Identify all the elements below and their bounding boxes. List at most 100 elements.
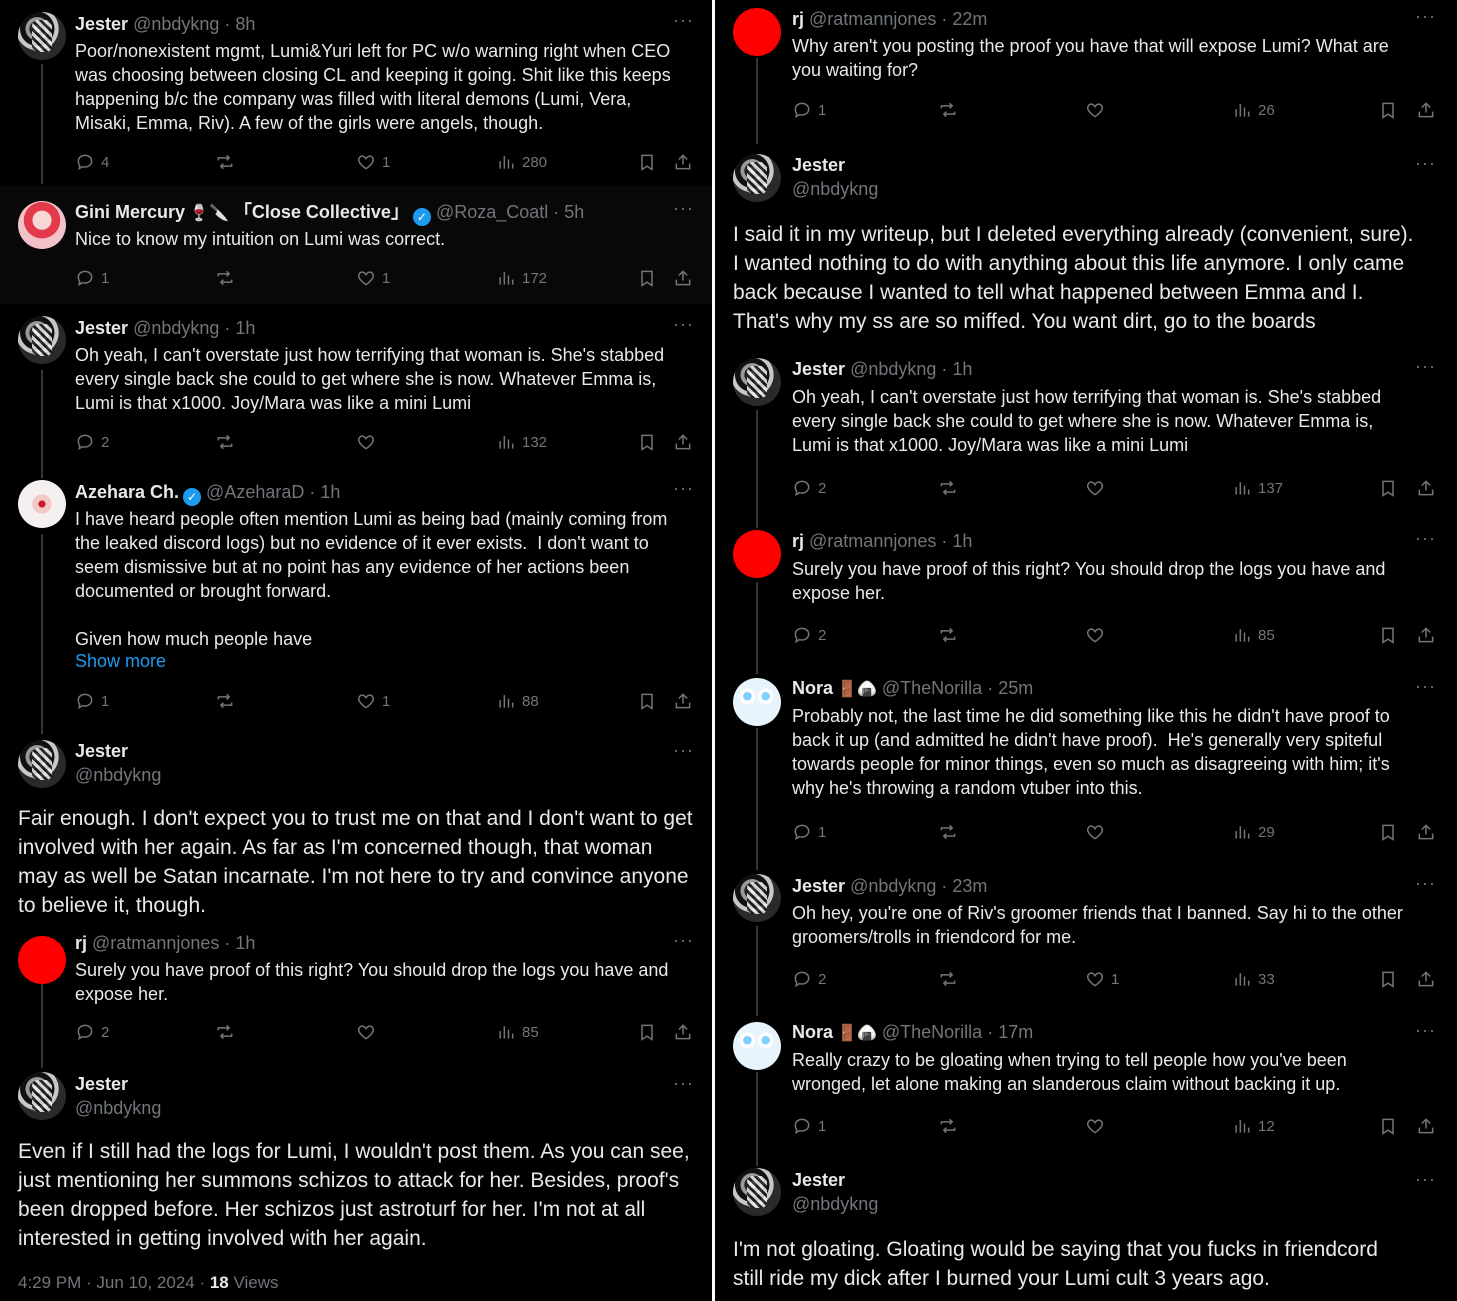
views-button[interactable]: 137 — [1232, 476, 1283, 500]
avatar[interactable] — [733, 358, 781, 406]
display-name[interactable]: Jester — [792, 155, 845, 175]
display-name[interactable]: rj — [75, 933, 87, 953]
views-button[interactable]: 85 — [496, 1020, 539, 1044]
repost-button[interactable] — [938, 623, 964, 647]
post-timestamp[interactable]: 4:29 PM · Jun 10, 2024 — [18, 1273, 195, 1292]
avatar[interactable] — [18, 12, 66, 60]
tweet-time[interactable]: 25m — [998, 678, 1033, 698]
avatar[interactable] — [18, 480, 66, 528]
display-name[interactable]: Jester — [75, 14, 128, 34]
reply-button[interactable]: 1 — [75, 689, 109, 713]
more-options-icon[interactable]: ··· — [1415, 1169, 1436, 1190]
more-options-icon[interactable]: ··· — [1415, 873, 1436, 894]
views-button[interactable]: 172 — [496, 266, 547, 290]
share-button[interactable] — [1416, 1114, 1436, 1138]
display-name[interactable]: rj — [792, 531, 804, 551]
tweet[interactable]: rj @ratmannjones · 1h ··· Surely you hav… — [715, 522, 1457, 670]
more-options-icon[interactable]: ··· — [673, 478, 694, 499]
tweet-time[interactable]: 1h — [235, 933, 255, 953]
display-name[interactable]: Jester — [75, 741, 128, 761]
repost-button[interactable] — [215, 689, 241, 713]
reply-button[interactable]: 2 — [75, 430, 109, 454]
user-handle[interactable]: @AzeharaD — [206, 482, 304, 502]
repost-button[interactable] — [215, 1020, 241, 1044]
tweet[interactable]: Jester @nbdykng · 23m ··· Oh hey, you're… — [715, 866, 1457, 1014]
more-options-icon[interactable]: ··· — [1415, 1020, 1436, 1041]
reply-button[interactable]: 2 — [792, 967, 826, 991]
views-button[interactable]: 132 — [496, 430, 547, 454]
display-name[interactable]: Nora — [792, 678, 833, 698]
avatar[interactable] — [733, 1022, 781, 1070]
avatar[interactable] — [733, 154, 781, 202]
tweet-time[interactable]: 1h — [320, 482, 340, 502]
like-button[interactable]: 1 — [356, 150, 390, 174]
like-button[interactable] — [1085, 1114, 1111, 1138]
like-button[interactable] — [1085, 623, 1111, 647]
more-options-icon[interactable]: ··· — [673, 10, 694, 31]
like-button[interactable]: 1 — [356, 266, 390, 290]
like-button[interactable]: 1 — [1085, 967, 1119, 991]
avatar[interactable] — [733, 530, 781, 578]
display-name[interactable]: Gini Mercury — [75, 202, 185, 222]
repost-button[interactable] — [938, 476, 964, 500]
avatar[interactable] — [733, 1168, 781, 1216]
tweet-time[interactable]: 22m — [952, 9, 987, 29]
more-options-icon[interactable]: ··· — [1415, 528, 1436, 549]
views-button[interactable]: 26 — [1232, 98, 1275, 122]
views-button[interactable]: 85 — [1232, 623, 1275, 647]
avatar[interactable] — [18, 316, 66, 364]
tweet-time[interactable]: 1h — [235, 318, 255, 338]
display-name[interactable]: Jester — [792, 1170, 845, 1190]
bookmark-button[interactable] — [637, 689, 657, 713]
like-button[interactable] — [1085, 98, 1111, 122]
show-more-link[interactable]: Show more — [75, 651, 166, 672]
user-handle[interactable]: @TheNorilla — [882, 1022, 982, 1042]
user-handle[interactable]: @ratmannjones — [809, 9, 936, 29]
share-button[interactable] — [673, 430, 693, 454]
avatar[interactable] — [18, 1072, 66, 1120]
share-button[interactable] — [1416, 623, 1436, 647]
avatar[interactable] — [18, 201, 66, 249]
like-button[interactable] — [356, 1020, 382, 1044]
reply-button[interactable]: 2 — [792, 623, 826, 647]
reply-button[interactable]: 1 — [792, 820, 826, 844]
more-options-icon[interactable]: ··· — [1415, 356, 1436, 377]
bookmark-button[interactable] — [1378, 820, 1398, 844]
display-name[interactable]: Jester — [792, 359, 845, 379]
tweet-time[interactable]: 8h — [235, 14, 255, 34]
bookmark-button[interactable] — [637, 1020, 657, 1044]
repost-button[interactable] — [215, 430, 241, 454]
display-name[interactable]: Azehara Ch. — [75, 482, 179, 502]
user-handle[interactable]: @ratmannjones — [92, 933, 219, 953]
views-button[interactable]: 12 — [1232, 1114, 1275, 1138]
bookmark-button[interactable] — [1378, 98, 1398, 122]
views-button[interactable]: 33 — [1232, 967, 1275, 991]
reply-button[interactable]: 1 — [792, 98, 826, 122]
repost-button[interactable] — [215, 150, 241, 174]
tweet[interactable]: Jester @nbdykng ··· I said it in my writ… — [715, 144, 1457, 346]
share-button[interactable] — [1416, 967, 1436, 991]
reply-button[interactable]: 2 — [75, 1020, 109, 1044]
bookmark-button[interactable] — [1378, 623, 1398, 647]
tweet[interactable]: Jester @nbdykng ··· Even if I still had … — [0, 1062, 712, 1301]
user-handle[interactable]: @nbdykng — [75, 765, 161, 785]
avatar[interactable] — [733, 678, 781, 726]
user-handle[interactable]: @nbdykng — [792, 1194, 878, 1214]
user-handle[interactable]: @nbdykng — [850, 359, 936, 379]
views-button[interactable]: 280 — [496, 150, 547, 174]
tweet[interactable]: Jester @nbdykng ··· Fair enough. I don't… — [0, 728, 712, 928]
share-button[interactable] — [673, 1020, 693, 1044]
user-handle[interactable]: @nbdykng — [75, 1098, 161, 1118]
display-name[interactable]: Jester — [75, 318, 128, 338]
tweet[interactable]: Azehara Ch. ✓ @AzeharaD · 1h ··· I have h… — [0, 468, 712, 728]
repost-button[interactable] — [938, 98, 964, 122]
avatar[interactable] — [733, 874, 781, 922]
repost-button[interactable] — [938, 967, 964, 991]
display-name[interactable]: Nora — [792, 1022, 833, 1042]
like-button[interactable] — [1085, 820, 1111, 844]
more-options-icon[interactable]: ··· — [1415, 153, 1436, 174]
reply-button[interactable]: 1 — [75, 266, 109, 290]
tweet-time[interactable]: 1h — [952, 531, 972, 551]
views-button[interactable]: 29 — [1232, 820, 1275, 844]
avatar[interactable] — [18, 740, 66, 788]
